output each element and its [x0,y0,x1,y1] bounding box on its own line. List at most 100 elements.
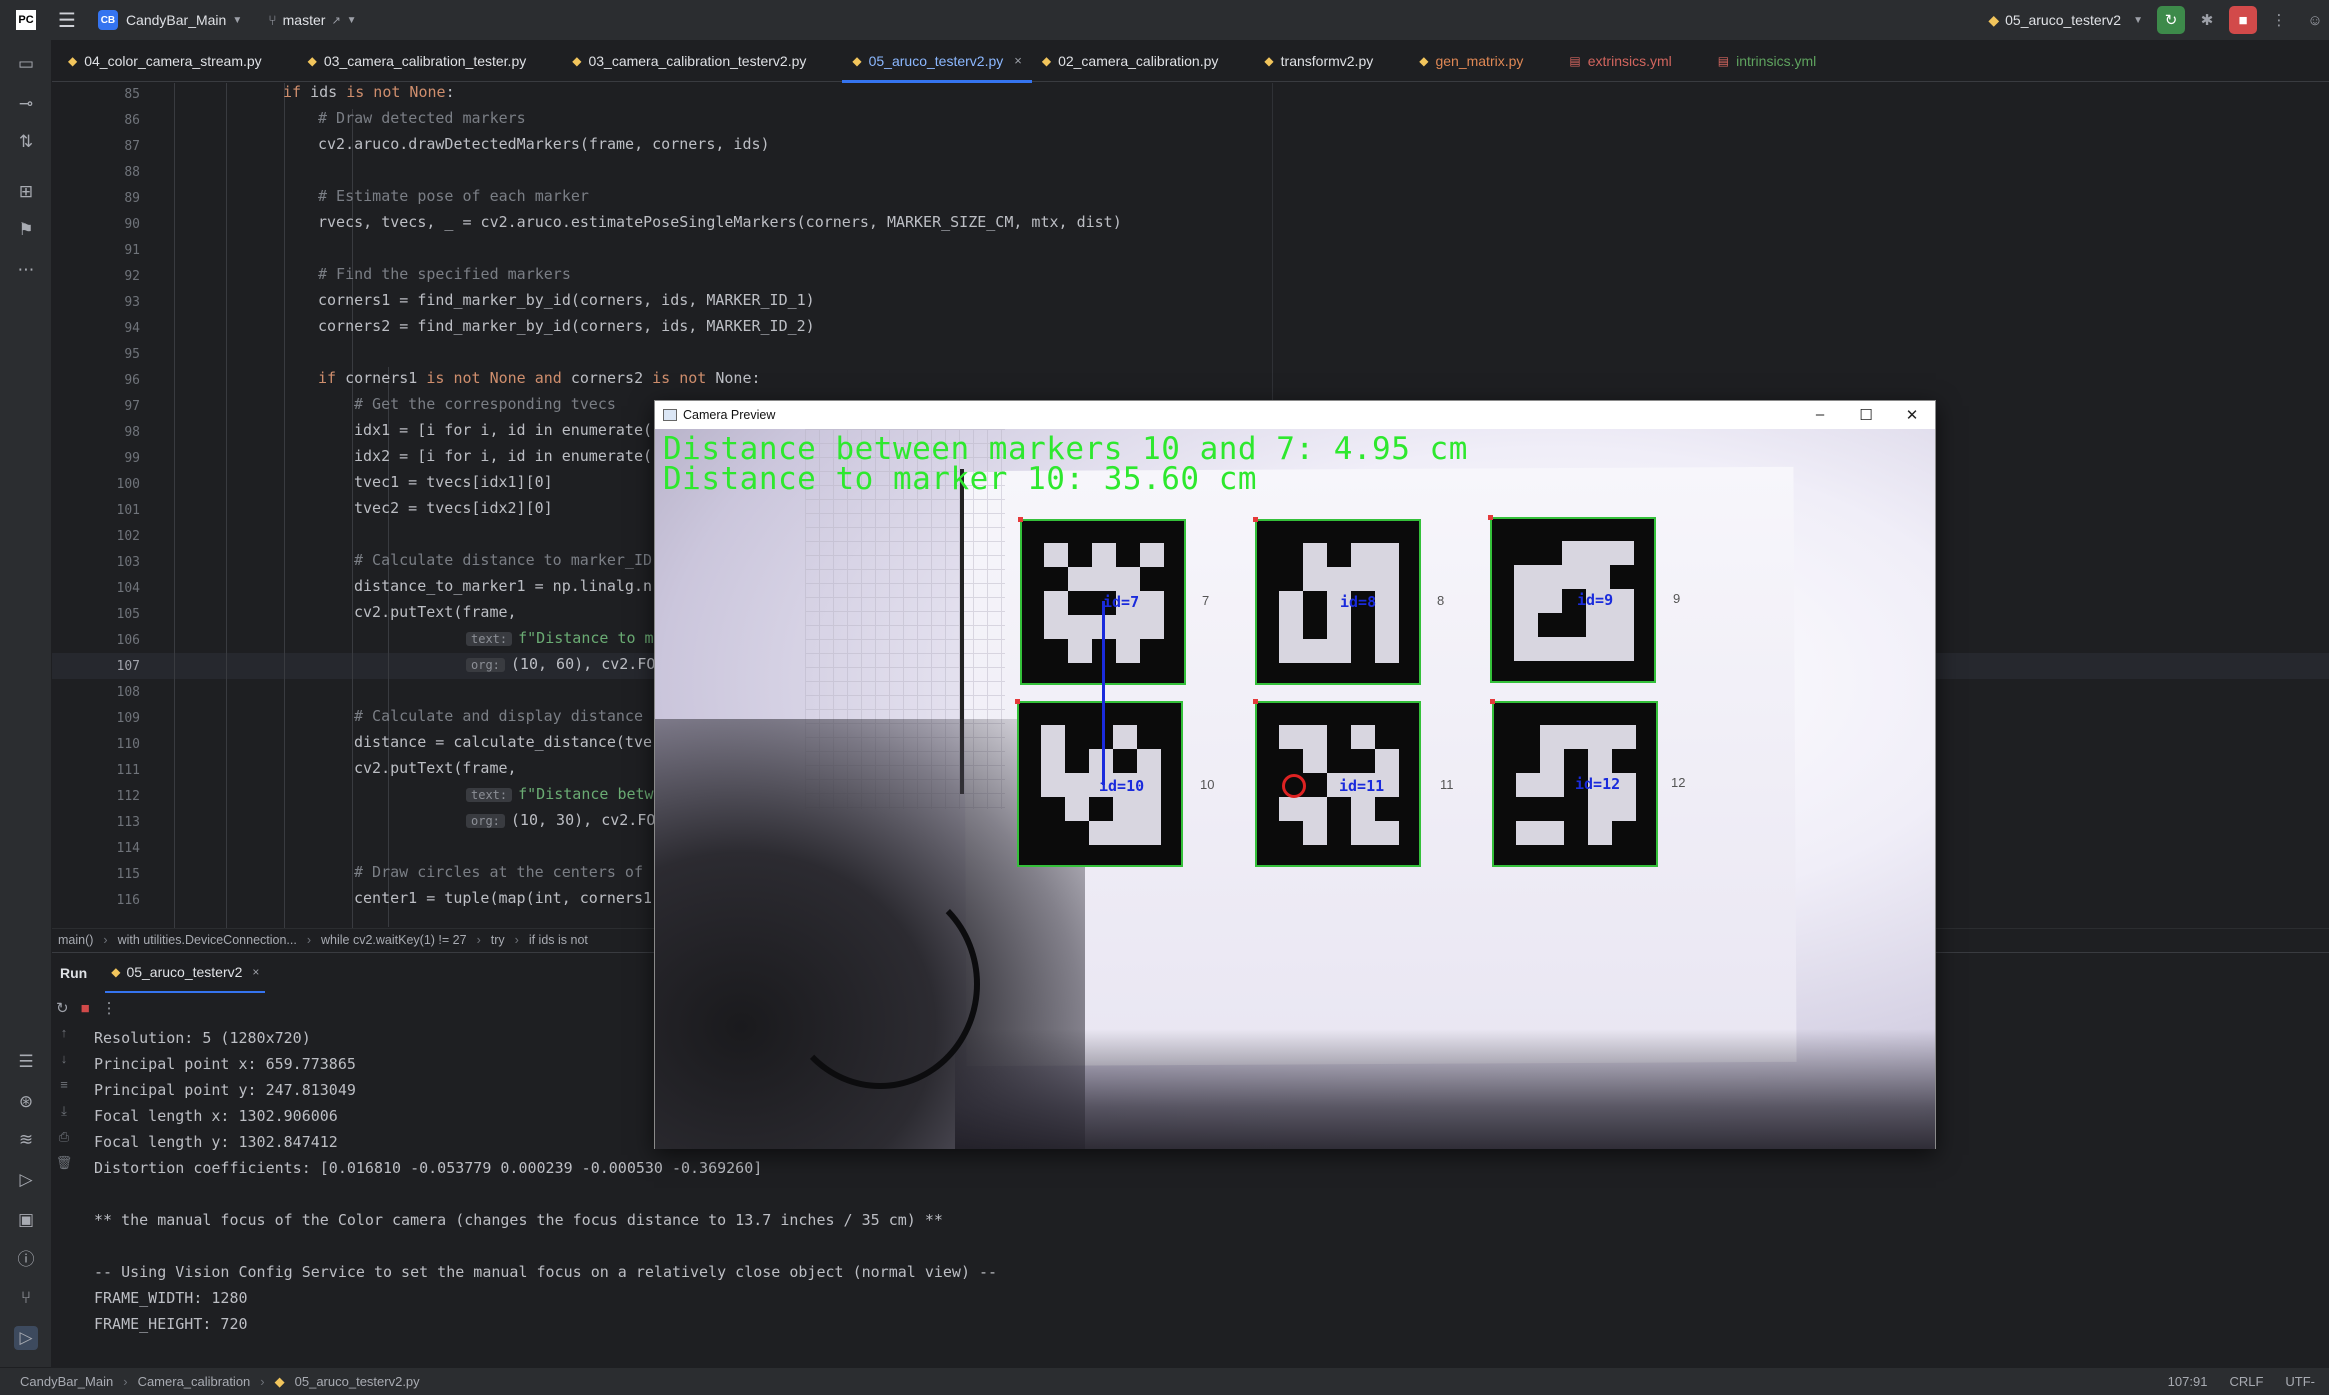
chevron-down-icon[interactable]: ▼ [2133,15,2143,26]
maximize-icon[interactable]: ☐ [1843,406,1889,424]
line-ending[interactable]: CRLF [2229,1374,2263,1389]
line-number[interactable]: 95 [52,347,140,362]
code-line-87[interactable]: cv2.aruco.drawDetectedMarkers(frame, cor… [318,135,770,153]
breadcrumb-project[interactable]: CandyBar_Main [20,1374,113,1389]
services-icon[interactable]: ▷ [14,1168,38,1192]
tab-intrinsics[interactable]: ▤ intrinsics.yml [1708,40,1826,82]
project-name[interactable]: CandyBar_Main [126,12,226,28]
line-number[interactable]: 97 [52,399,140,414]
python-packages-icon[interactable]: ⊛ [14,1090,38,1114]
code-line-113[interactable]: org: (10, 30), cv2.FON [466,811,664,829]
clear-all-icon[interactable]: 🗑 [52,1155,76,1181]
layers-icon[interactable]: ≋ [14,1128,38,1152]
caret-position[interactable]: 107:91 [2168,1374,2208,1389]
code-line-101[interactable]: tvec2 = tvecs[idx2][0] [354,499,553,517]
breadcrumb-item[interactable]: while cv2.waitKey(1) != 27 [321,933,467,947]
code-line-94[interactable]: corners2 = find_marker_by_id(corners, id… [318,317,815,335]
code-line-106[interactable]: text: f"Distance to mar [466,629,672,647]
rerun-icon[interactable]: ↻ [56,999,69,1017]
git-icon[interactable]: ⑂ [14,1286,38,1310]
code-line-105[interactable]: cv2.putText(frame, [354,603,517,621]
chevron-down-icon[interactable]: ▼ [347,15,357,26]
pull-requests-icon[interactable]: ⇅ [14,130,38,154]
code-line-104[interactable]: distance_to_marker1 = np.linalg.n [354,577,652,595]
code-line-93[interactable]: corners1 = find_marker_by_id(corners, id… [318,291,815,309]
line-number[interactable]: 100 [52,477,140,492]
line-number[interactable]: 89 [52,191,140,206]
line-number[interactable]: 116 [52,893,140,908]
line-number[interactable]: 109 [52,711,140,726]
breadcrumb-item[interactable]: main() [58,933,93,947]
commit-icon[interactable]: ⊸ [14,92,38,116]
file-encoding[interactable]: UTF- [2285,1374,2315,1389]
breadcrumb-folder[interactable]: Camera_calibration [138,1374,251,1389]
project-badge[interactable]: CB [97,10,118,30]
code-line-98[interactable]: idx1 = [i for i, id in enumerate( [354,421,652,439]
more-options-icon[interactable]: ⋮ [102,999,117,1017]
camera-preview-window[interactable]: Camera Preview – ☐ ✕ Distance between ma… [654,400,1936,1149]
code-line-85[interactable]: if ids is not None: [283,83,455,101]
more-options-icon[interactable]: ⋮ [2265,6,2293,34]
tab-04-color-camera-stream[interactable]: ◆ 04_color_camera_stream.py [58,40,272,82]
terminal-icon[interactable]: ▣ [14,1208,38,1232]
line-number[interactable]: 111 [52,763,140,778]
scroll-down-icon[interactable]: ↓ [52,1051,76,1077]
todo-icon[interactable]: ☰ [14,1050,38,1074]
code-line-112[interactable]: text: f"Distance betwe [466,785,663,803]
tab-03-camera-calibration-testerv2[interactable]: ◆ 03_camera_calibration_testerv2.py [562,40,816,82]
line-number[interactable]: 115 [52,867,140,882]
code-line-89[interactable]: # Estimate pose of each marker [318,187,589,205]
scroll-up-icon[interactable]: ↑ [52,1025,76,1051]
tab-05-aruco-testerv2[interactable]: ◆ 05_aruco_testerv2.py × [842,40,1033,83]
soft-wrap-icon[interactable]: ≡ [52,1077,76,1103]
debug-icon[interactable]: ✱ [2193,6,2221,34]
code-line-86[interactable]: # Draw detected markers [318,109,526,127]
minimize-icon[interactable]: – [1797,406,1843,424]
line-number[interactable]: 102 [52,529,140,544]
line-number[interactable]: 86 [52,113,140,128]
close-icon[interactable]: × [1014,53,1022,68]
breadcrumb-file[interactable]: 05_aruco_testerv2.py [295,1374,420,1389]
tab-transformv2[interactable]: ◆ transformv2.py [1254,40,1383,82]
line-number[interactable]: 92 [52,269,140,284]
line-number[interactable]: 98 [52,425,140,440]
line-number[interactable]: 108 [52,685,140,700]
breadcrumb-item[interactable]: try [491,933,505,947]
run-configuration-selector[interactable]: ◆ 05_aruco_testerv2 ▼ [1988,12,2143,29]
line-number[interactable]: 105 [52,607,140,622]
line-number[interactable]: 94 [52,321,140,336]
main-menu-icon[interactable]: ☰ [58,8,76,33]
line-number[interactable]: 93 [52,295,140,310]
line-number[interactable]: 88 [52,165,140,180]
close-icon[interactable]: × [252,965,259,979]
code-line-107[interactable]: org: (10, 60), cv2.FON [466,655,664,673]
code-line-96[interactable]: if corners1 is not None and corners2 is … [318,369,761,387]
line-number[interactable]: 107 [52,659,140,674]
line-number[interactable]: 96 [52,373,140,388]
scroll-to-end-icon[interactable]: ⤓ [52,1103,76,1129]
code-line-99[interactable]: idx2 = [i for i, id in enumerate( [354,447,652,465]
stop-icon[interactable]: ■ [2229,6,2257,34]
line-number[interactable]: 90 [52,217,140,232]
line-number[interactable]: 114 [52,841,140,856]
user-account-icon[interactable]: ☺ [2301,6,2329,34]
line-number[interactable]: 85 [52,87,140,102]
run-tool-icon[interactable]: ▷ [14,1326,38,1350]
code-line-110[interactable]: distance = calculate_distance(tve [354,733,652,751]
code-line-116[interactable]: center1 = tuple(map(int, corners1 [354,889,652,907]
run-tab[interactable]: ◆ 05_aruco_testerv2 × [105,953,266,993]
line-number[interactable]: 103 [52,555,140,570]
line-number[interactable]: 104 [52,581,140,596]
line-number[interactable]: 106 [52,633,140,648]
line-number[interactable]: 113 [52,815,140,830]
rerun-icon[interactable]: ↻ [2157,6,2185,34]
bookmarks-icon[interactable]: ⚑ [14,218,38,242]
code-line-97[interactable]: # Get the corresponding tvecs [354,395,616,413]
code-line-109[interactable]: # Calculate and display distance [354,707,643,725]
breadcrumb-item[interactable]: if ids is not [529,933,588,947]
more-tools-icon[interactable]: ⋯ [14,258,38,282]
chevron-down-icon[interactable]: ▼ [232,15,242,26]
line-number[interactable]: 110 [52,737,140,752]
tab-extrinsics[interactable]: ▤ extrinsics.yml [1559,40,1681,82]
code-line-100[interactable]: tvec1 = tvecs[idx1][0] [354,473,553,491]
